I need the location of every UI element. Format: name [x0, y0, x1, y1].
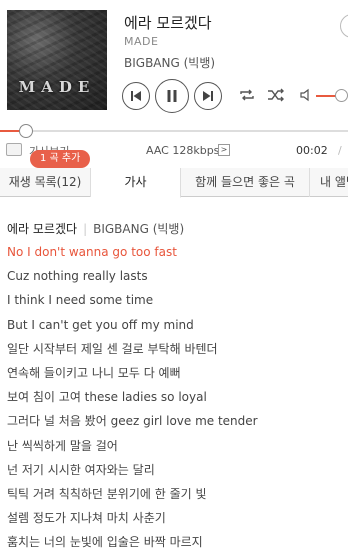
song-title: 에라 모르겠다 [124, 14, 212, 32]
artist-name[interactable]: BIGBANG (빅뱅) [124, 54, 215, 71]
tab-bar: 재생 목록(12) 가사 함께 들으면 좋은 곡 내 앨범 [0, 168, 348, 198]
lyrics-list: No I don't wanna go too fast Cuz nothing… [7, 244, 258, 554]
tab-lyrics[interactable]: 가사 [91, 168, 181, 198]
time-separator: / [338, 144, 342, 157]
volume-icon[interactable] [300, 88, 314, 102]
progress-track[interactable] [0, 130, 348, 132]
album-name[interactable]: MADE [124, 35, 158, 48]
lyrics-header: 에라 모르겠다 | BIGBANG (빅뱅) [7, 220, 184, 237]
header-divider: | [83, 222, 88, 236]
repeat-icon[interactable] [238, 88, 256, 102]
album-art-logo: MADE [18, 78, 96, 96]
tab-my-album[interactable]: 내 앨범 [310, 168, 348, 197]
lyric-line-current: No I don't wanna go too fast [7, 245, 177, 259]
lyrics-song-title: 에라 모르겠다 [7, 222, 78, 236]
current-time: 00:02 [296, 144, 328, 157]
next-button[interactable] [194, 82, 222, 110]
lyric-line: 그러다 널 처음 봤어 geez girl love me tender [7, 414, 258, 429]
lyric-line: 틱틱 거려 칙칙하던 분위기에 한 줄기 빛 [7, 486, 207, 501]
lyric-line: 일단 시작부터 제일 센 걸로 부탁해 바텐더 [7, 341, 218, 356]
lyric-line: But I can't get you off my mind [7, 317, 194, 332]
pause-icon [167, 90, 177, 102]
toast-notification: 1 곡 추가 [30, 150, 91, 168]
lyric-line: 난 씩씩하게 말을 걸어 [7, 438, 118, 453]
menu-circle-button[interactable] [340, 14, 348, 38]
lyric-line: 넌 저기 시시한 여자와는 달리 [7, 462, 155, 477]
progress-knob[interactable] [19, 124, 33, 138]
lyric-line: 설렘 정도가 지나쳐 마치 사춘기 [7, 511, 166, 526]
lyrics-artist: BIGBANG (빅뱅) [93, 222, 185, 236]
lyric-line: 보여 침이 고여 these ladies so loyal [7, 390, 207, 405]
lyric-line: I think I need some time [7, 293, 154, 308]
lyric-line: Cuz nothing really lasts [7, 269, 148, 284]
tab-recommended[interactable]: 함께 들으면 좋은 곡 [181, 168, 310, 197]
shuffle-icon[interactable] [267, 88, 285, 102]
lyric-line: 연속해 들이키고 나니 모두 다 예뻐 [7, 365, 181, 380]
volume-knob[interactable] [335, 89, 348, 102]
codec-label: AAC 128kbps [146, 144, 220, 157]
previous-button[interactable] [122, 82, 150, 110]
lyric-line: 훔치는 너의 눈빛에 입술은 바짝 마르지 [7, 535, 203, 550]
album-art[interactable]: MADE [7, 10, 107, 110]
player-panel: MADE 에라 모르겠다 MADE BIGBANG (빅뱅) [0, 0, 348, 118]
tab-queue[interactable]: 재생 목록(12) [0, 168, 91, 197]
lyrics-toggle-checkbox[interactable] [6, 143, 22, 156]
skip-previous-icon [131, 91, 141, 101]
pause-button[interactable] [155, 79, 189, 113]
skip-next-icon [203, 91, 213, 101]
codec-chevron-icon[interactable]: > [218, 144, 230, 156]
